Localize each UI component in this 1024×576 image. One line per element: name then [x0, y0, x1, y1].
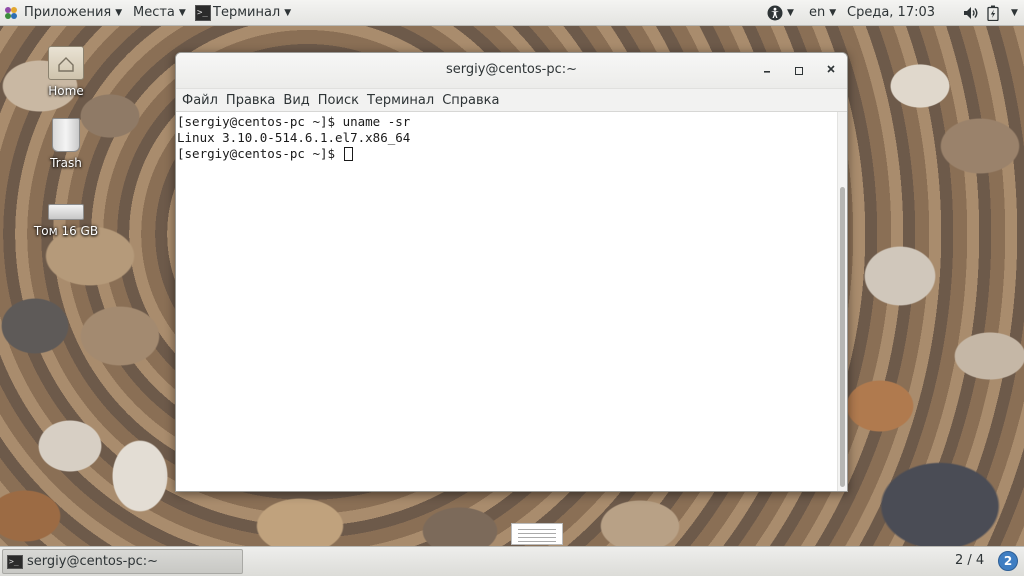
language-label: en	[809, 5, 826, 20]
terminal-line: Linux 3.10.0-514.6.1.el7.x86_64	[177, 130, 411, 145]
terminal-icon: >_	[195, 4, 211, 21]
desktop-icon-label: Trash	[50, 156, 82, 170]
chevron-down-icon: ▼	[787, 7, 794, 18]
drive-icon	[48, 204, 84, 220]
scrollbar-thumb[interactable]	[840, 187, 845, 487]
menu-terminal[interactable]: Терминал	[367, 93, 434, 108]
taskbar-window-label: sergiy@centos-pc:~	[27, 554, 159, 569]
system-menu[interactable]: ▼	[1007, 0, 1018, 25]
menu-help[interactable]: Справка	[442, 93, 499, 108]
clock[interactable]: Среда, 17:03	[847, 0, 935, 25]
menu-file[interactable]: Файл	[182, 93, 218, 108]
text-cursor	[343, 147, 353, 161]
places-menu[interactable]: Места ▼	[133, 0, 186, 25]
taskbar-window-button[interactable]: >_ sergiy@centos-pc:~	[2, 549, 243, 574]
chevron-down-icon: ▼	[115, 7, 123, 18]
applications-menu[interactable]: Приложения ▼	[4, 0, 122, 25]
terminal-icon: >_	[7, 554, 23, 569]
maximize-icon	[795, 66, 803, 75]
menu-edit[interactable]: Правка	[226, 93, 275, 108]
clock-label: Среда, 17:03	[847, 5, 936, 20]
terminal-prompt-line: [sergiy@centos-pc ~]$	[177, 146, 847, 162]
chevron-down-icon: ▼	[284, 7, 292, 18]
terminal-line: [sergiy@centos-pc ~]$ uname -sr	[177, 114, 411, 129]
terminal-scrollbar[interactable]	[837, 112, 847, 491]
minimize-button[interactable]	[758, 61, 776, 79]
volume-icon[interactable]	[963, 0, 979, 25]
maximize-button[interactable]	[790, 61, 808, 79]
trash-icon	[52, 118, 80, 152]
minimize-icon	[764, 71, 770, 73]
notification-badge[interactable]: 2	[998, 551, 1018, 571]
battery-power-icon[interactable]	[987, 0, 999, 25]
desktop-icon-label: Том 16 GB	[33, 224, 99, 238]
desktop-icon-home[interactable]: Home	[26, 46, 106, 98]
close-button[interactable]	[822, 61, 840, 79]
window-title: sergiy@centos-pc:~	[445, 62, 577, 77]
accessibility-icon	[767, 5, 783, 20]
desktop-icon-label: Home	[48, 84, 84, 98]
chevron-down-icon: ▼	[829, 7, 837, 18]
terminal-window: sergiy@centos-pc:~ Файл Правка Вид Поиск…	[175, 52, 848, 492]
active-app-label: Терминал	[213, 5, 281, 20]
window-titlebar[interactable]: sergiy@centos-pc:~	[176, 53, 847, 89]
applications-label: Приложения	[24, 5, 112, 20]
accessibility-menu[interactable]: ▼	[767, 0, 794, 25]
active-app-menu[interactable]: >_ Терминал ▼	[195, 0, 291, 25]
menu-view[interactable]: Вид	[283, 93, 309, 108]
desktop-icon-volume[interactable]: Том 16 GB	[26, 190, 106, 238]
bottom-panel: >_ sergiy@centos-pc:~ 2 / 4 2	[0, 546, 1024, 576]
chevron-down-icon: ▼	[178, 7, 186, 18]
terminal-prompt: [sergiy@centos-pc ~]$	[177, 146, 343, 161]
menu-search[interactable]: Поиск	[318, 93, 359, 108]
terminal-output[interactable]: [sergiy@centos-pc ~]$ uname -sr Linux 3.…	[176, 112, 847, 491]
close-icon	[827, 65, 835, 73]
top-panel: Приложения ▼ Места ▼ >_ Терминал ▼ ▼ en …	[0, 0, 1024, 26]
workspace-indicator[interactable]: 2 / 4	[955, 553, 984, 568]
places-label: Места	[133, 5, 175, 20]
language-selector[interactable]: en ▼	[809, 0, 836, 25]
window-thumbnail	[511, 523, 563, 545]
desktop-icon-trash[interactable]: Trash	[26, 118, 106, 170]
home-folder-icon	[48, 46, 84, 80]
chevron-down-icon: ▼	[1011, 7, 1018, 18]
window-menubar: Файл Правка Вид Поиск Терминал Справка	[176, 89, 847, 112]
applications-icon	[5, 6, 17, 19]
